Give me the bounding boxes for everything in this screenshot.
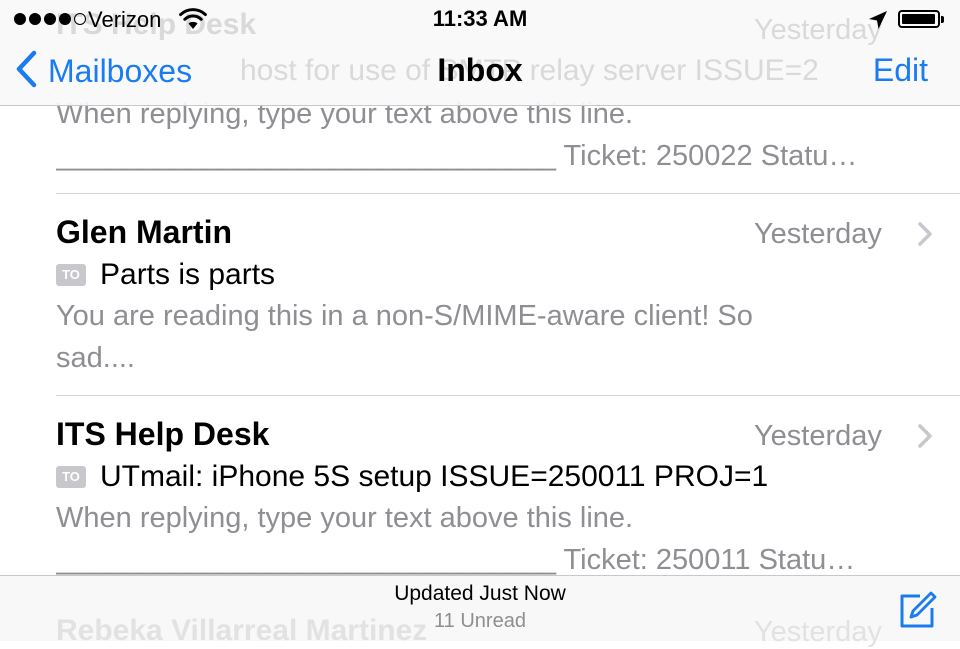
status-time: 11:33 AM bbox=[432, 6, 528, 31]
to-badge: TO bbox=[56, 264, 86, 286]
message-preview-line: sad.... bbox=[56, 342, 135, 374]
edit-button[interactable]: Edit bbox=[873, 52, 928, 89]
battery-icon bbox=[898, 10, 944, 28]
to-badge: TO bbox=[56, 466, 86, 488]
message-preview-line: You are reading this in a non-S/MIME-awa… bbox=[56, 300, 753, 332]
update-status: Updated Just Now bbox=[394, 582, 566, 605]
unread-count: 11 Unread bbox=[434, 610, 526, 632]
message-sender: Glen Martin bbox=[56, 214, 233, 250]
message-row[interactable]: ITS Help Desk Yesterday TO UTmail: iPhon… bbox=[0, 396, 960, 576]
message-date: Yesterday bbox=[754, 218, 882, 250]
message-preview-line: _______________________________ Ticket: … bbox=[56, 140, 858, 172]
message-date: Yesterday bbox=[754, 420, 882, 452]
message-subject: Parts is parts bbox=[100, 258, 276, 291]
message-preview-line: When replying, type your text above this… bbox=[56, 502, 634, 534]
chevron-right-icon bbox=[916, 422, 934, 455]
chevron-right-icon bbox=[916, 220, 934, 253]
status-bar: Verizon 11:33 AM bbox=[0, 0, 960, 40]
location-arrow-icon bbox=[868, 10, 888, 35]
message-sender: ITS Help Desk bbox=[56, 416, 270, 452]
page-title: Inbox bbox=[437, 52, 523, 88]
compose-icon[interactable] bbox=[898, 590, 938, 635]
message-preview-line: _______________________________ Ticket: … bbox=[56, 544, 856, 576]
message-subject: UTmail: iPhone 5S setup ISSUE=250011 PRO… bbox=[100, 460, 769, 493]
message-row[interactable]: Glen Martin Yesterday TO Parts is parts … bbox=[0, 194, 960, 394]
